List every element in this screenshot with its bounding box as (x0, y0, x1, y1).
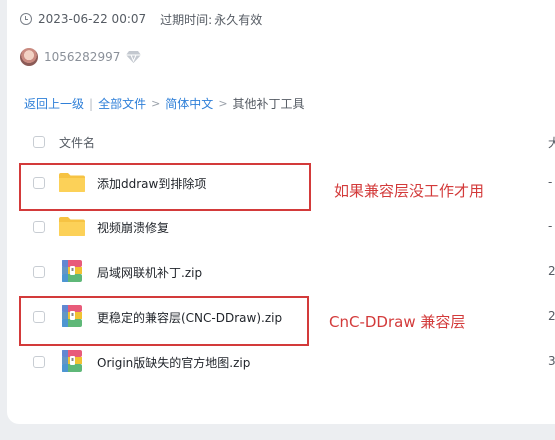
share-date: 2023-06-22 00:07 (38, 12, 147, 26)
folder-icon (59, 217, 85, 236)
file-size: 3 (548, 354, 555, 368)
table-header: 文件名 大 (7, 131, 555, 153)
annotation-note-ddraw: CnC-DDraw 兼容层 (329, 313, 466, 331)
file-name[interactable]: Origin版缺失的官方地图.zip (97, 354, 250, 371)
row-checkbox[interactable] (33, 221, 45, 233)
all-files-link[interactable]: 全部文件 (98, 95, 146, 112)
simplified-chinese-link[interactable]: 简体中文 (165, 95, 213, 112)
expire-label: 过期时间: (160, 12, 213, 27)
file-name[interactable]: 视频崩溃修复 (97, 219, 169, 236)
row-checkbox[interactable] (33, 266, 45, 278)
annotation-note-fallback: 如果兼容层没工作才用 (334, 182, 485, 200)
breadcrumb: 返回上一级 | 全部文件 > 简体中文 > 其他补丁工具 (24, 95, 305, 112)
column-header-size[interactable]: 大 (548, 134, 555, 151)
row-checkbox[interactable] (33, 356, 45, 368)
zip-archive-icon (62, 350, 82, 372)
breadcrumb-separator: | (89, 96, 94, 111)
chevron-right-icon: > (218, 97, 228, 110)
expire-value: 永久有效 (214, 12, 263, 27)
file-size: - (548, 175, 553, 189)
zip-archive-icon (62, 260, 82, 282)
current-folder: 其他补丁工具 (232, 97, 305, 111)
highlight-box-folder (19, 163, 311, 211)
file-size: 2 (548, 264, 555, 278)
clock-icon (20, 13, 32, 25)
highlight-box-ddraw (19, 296, 309, 346)
diamond-icon (126, 51, 142, 63)
share-meta: 2023-06-22 00:07 过期时间: 永久有效 (20, 10, 262, 28)
sharer-info: 1056282997 (20, 46, 142, 68)
select-all-checkbox[interactable] (33, 136, 45, 148)
column-header-name[interactable]: 文件名 (59, 134, 95, 151)
back-link[interactable]: 返回上一级 (24, 95, 84, 112)
share-panel: 2023-06-22 00:07 过期时间: 永久有效 1056282997 返… (7, 0, 555, 424)
avatar[interactable] (20, 48, 38, 66)
file-size: 2 (548, 309, 555, 323)
file-name[interactable]: 局域网联机补丁.zip (97, 264, 202, 281)
table-row[interactable]: 局域网联机补丁.zip 2 (7, 250, 555, 294)
table-row[interactable]: Origin版缺失的官方地图.zip 3 (7, 340, 555, 384)
user-id: 1056282997 (44, 50, 121, 64)
chevron-right-icon: > (151, 97, 161, 110)
table-row[interactable]: 视频崩溃修复 - (7, 205, 555, 249)
file-size: - (548, 219, 553, 233)
